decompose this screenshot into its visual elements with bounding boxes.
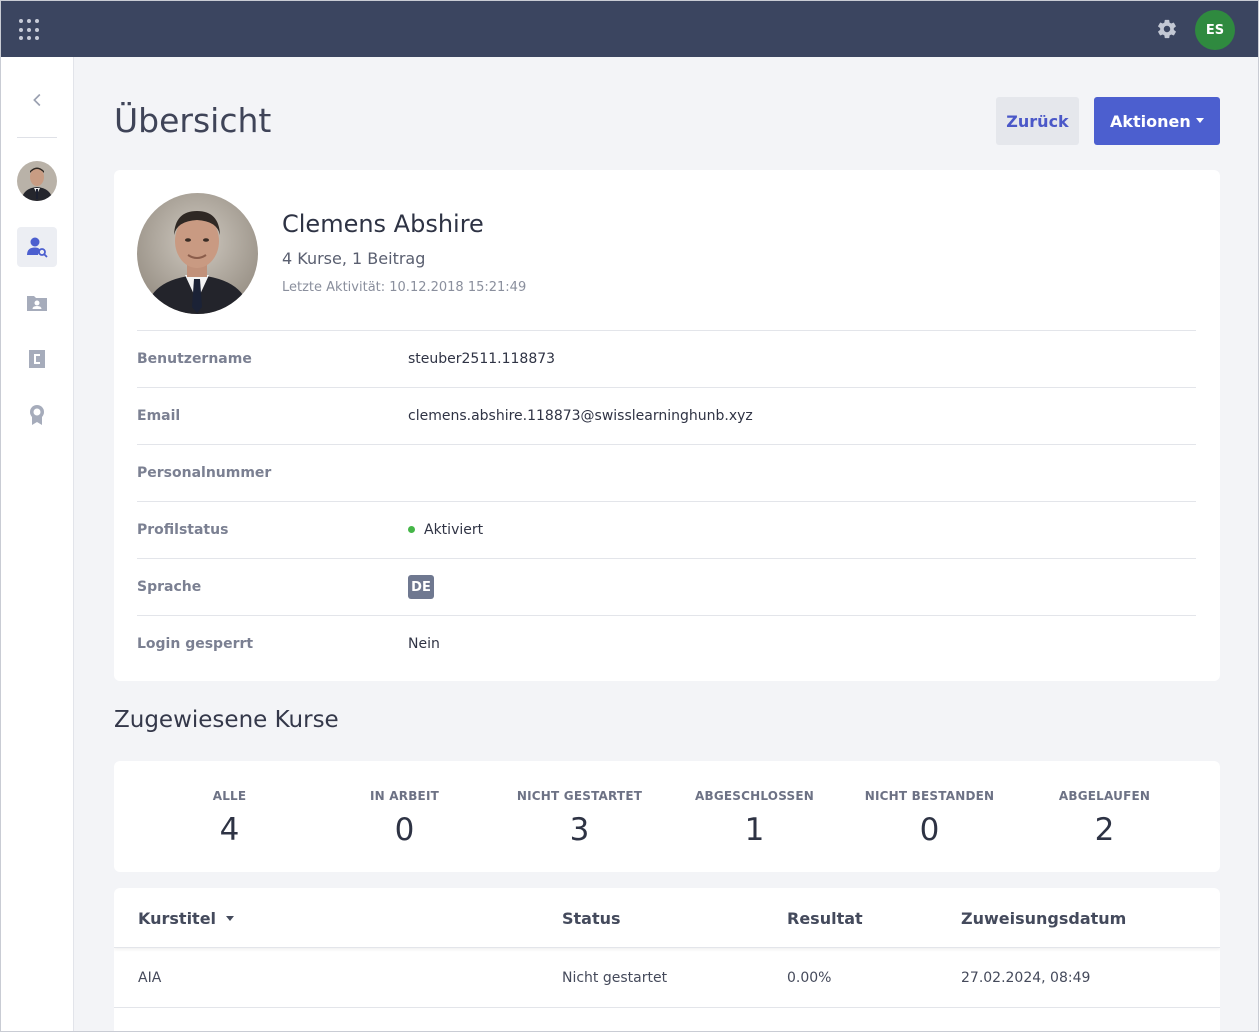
course-stats: ALLE 4 IN ARBEIT 0 NICHT GESTARTET 3 ABG…: [114, 761, 1220, 872]
stat-value: 0: [394, 812, 415, 848]
actions-button[interactable]: Aktionen: [1094, 97, 1220, 145]
detail-label: Benutzername: [137, 351, 252, 367]
stat-all[interactable]: ALLE 4: [142, 789, 317, 848]
stat-label: ABGESCHLOSSEN: [695, 789, 814, 803]
profile-name: Clemens Abshire: [282, 210, 484, 238]
profile-photo: [137, 193, 258, 314]
detail-label: Login gesperrt: [137, 636, 254, 652]
stat-completed[interactable]: ABGESCHLOSSEN 1: [667, 789, 842, 848]
stat-value: 2: [1094, 812, 1115, 848]
detail-row-username: Benutzername steuber2511.118873: [137, 330, 1196, 387]
email-value: clemens.abshire.118873@swisslearninghunb…: [408, 408, 753, 424]
back-button[interactable]: Zurück: [996, 97, 1079, 145]
detail-label: Email: [137, 408, 181, 424]
table-header: Kurstitel Status Resultat Zuweisungsdatu…: [114, 888, 1220, 948]
app-window: ES Übersicht Zurück Aktionen Clemens Abs…: [0, 0, 1259, 1032]
sidebar-item-courses[interactable]: [17, 339, 57, 379]
stat-label: NICHT BESTANDEN: [864, 789, 995, 803]
detail-label: Profilstatus: [137, 522, 229, 538]
detail-label: Sprache: [137, 579, 202, 595]
status-value: Aktiviert: [408, 522, 483, 538]
stat-value: 0: [919, 812, 940, 848]
detail-row-status: Profilstatus Aktiviert: [137, 501, 1196, 558]
gear-icon[interactable]: [1156, 18, 1178, 40]
user-search-icon: [27, 237, 48, 258]
sidebar-item-user-search[interactable]: [17, 227, 57, 267]
cell-date: 27.02.2024, 08:49: [961, 970, 1091, 986]
stat-failed[interactable]: NICHT BESTANDEN 0: [842, 789, 1017, 848]
stat-label: NICHT GESTARTET: [516, 789, 643, 803]
course-table: Kurstitel Status Resultat Zuweisungsdatu…: [114, 888, 1220, 1031]
sidebar: [1, 57, 74, 1031]
user-avatar[interactable]: ES: [1195, 10, 1235, 50]
cell-result: 0.00%: [787, 970, 832, 986]
stat-value: 4: [219, 812, 240, 848]
section-title: Zugewiesene Kurse: [114, 707, 339, 733]
sidebar-divider: [17, 137, 57, 138]
user-folder-icon: [27, 296, 47, 311]
detail-row-personnel: Personalnummer: [137, 444, 1196, 501]
cell-title: AIA: [138, 970, 162, 986]
stat-not-started[interactable]: NICHT GESTARTET 3: [492, 789, 667, 848]
caret-down-icon: [1196, 118, 1204, 123]
status-dot-icon: [408, 526, 415, 533]
locked-value: Nein: [408, 636, 440, 652]
profile-summary: 4 Kurse, 1 Beitrag: [282, 249, 426, 268]
award-icon: [30, 405, 44, 425]
cell-status: Nicht gestartet: [562, 970, 668, 986]
course-icon: [29, 350, 45, 368]
stat-label: ABGELAUFEN: [1058, 789, 1151, 803]
column-header-title[interactable]: Kurstitel: [138, 909, 235, 928]
sidebar-item-user-folder[interactable]: [17, 283, 57, 323]
detail-row-email: Email clemens.abshire.118873@swisslearni…: [137, 387, 1196, 444]
chevron-left-icon[interactable]: [27, 89, 49, 111]
actions-label: Aktionen: [1110, 111, 1191, 131]
detail-row-locked: Login gesperrt Nein: [137, 615, 1196, 672]
last-activity: Letzte Aktivität: 10.12.2018 15:21:49: [282, 280, 527, 295]
profile-details: Benutzername steuber2511.118873 Email cl…: [137, 330, 1196, 672]
stat-label: IN ARBEIT: [369, 789, 439, 803]
sidebar-item-certificates[interactable]: [17, 395, 57, 435]
column-header-date[interactable]: Zuweisungsdatum: [961, 909, 1126, 928]
column-header-status[interactable]: Status: [562, 909, 621, 928]
table-row[interactable]: AIA Nicht gestartet 0.00% 27.02.2024, 08…: [114, 949, 1220, 1008]
column-title-label: Kurstitel: [138, 909, 217, 928]
page-title: Übersicht: [114, 101, 272, 140]
detail-label: Personalnummer: [137, 465, 272, 481]
stat-value: 1: [744, 812, 765, 848]
detail-row-language: Sprache DE: [137, 558, 1196, 615]
stat-value: 3: [569, 812, 590, 848]
column-header-result[interactable]: Resultat: [787, 909, 863, 928]
status-text: Aktiviert: [424, 522, 484, 538]
stat-label: ALLE: [212, 789, 247, 803]
profile-card: Clemens Abshire 4 Kurse, 1 Beitrag Letzt…: [114, 170, 1220, 681]
avatar[interactable]: [17, 161, 57, 201]
language-badge: DE: [408, 575, 434, 599]
stat-in-progress[interactable]: IN ARBEIT 0: [317, 789, 492, 848]
sort-caret-icon: [226, 916, 235, 921]
top-bar: ES: [1, 1, 1258, 57]
stat-expired[interactable]: ABGELAUFEN 2: [1017, 789, 1192, 848]
grid-icon[interactable]: [19, 19, 41, 41]
username-value: steuber2511.118873: [408, 351, 556, 367]
